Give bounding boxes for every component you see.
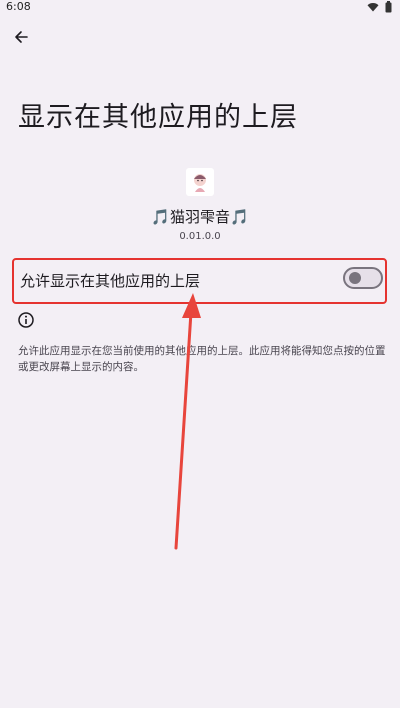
app-avatar-icon [194, 174, 206, 192]
status-icons [367, 1, 392, 13]
app-version: 0.01.0.0 [179, 231, 221, 242]
switch-thumb [349, 272, 361, 284]
overlay-permission-row[interactable]: 允许显示在其他应用的上层 [12, 258, 387, 304]
overlay-permission-switch[interactable] [343, 267, 383, 289]
app-icon [186, 168, 214, 196]
battery-icon [385, 1, 392, 13]
permission-description: 允许此应用显示在您当前使用的其他应用的上层。此应用将能得知您点按的位置或更改屏幕… [18, 345, 386, 373]
back-button[interactable] [8, 24, 34, 50]
wifi-icon [367, 3, 379, 12]
overlay-permission-label: 允许显示在其他应用的上层 [20, 272, 201, 290]
status-bar: 6:08 [0, 0, 400, 16]
app-name: 🎵猫羽雫音🎵 [151, 208, 249, 226]
info-icon [18, 312, 34, 328]
arrow-left-icon [15, 31, 28, 43]
status-time: 6:08 [6, 0, 31, 13]
page-title: 显示在其他应用的上层 [18, 102, 298, 133]
